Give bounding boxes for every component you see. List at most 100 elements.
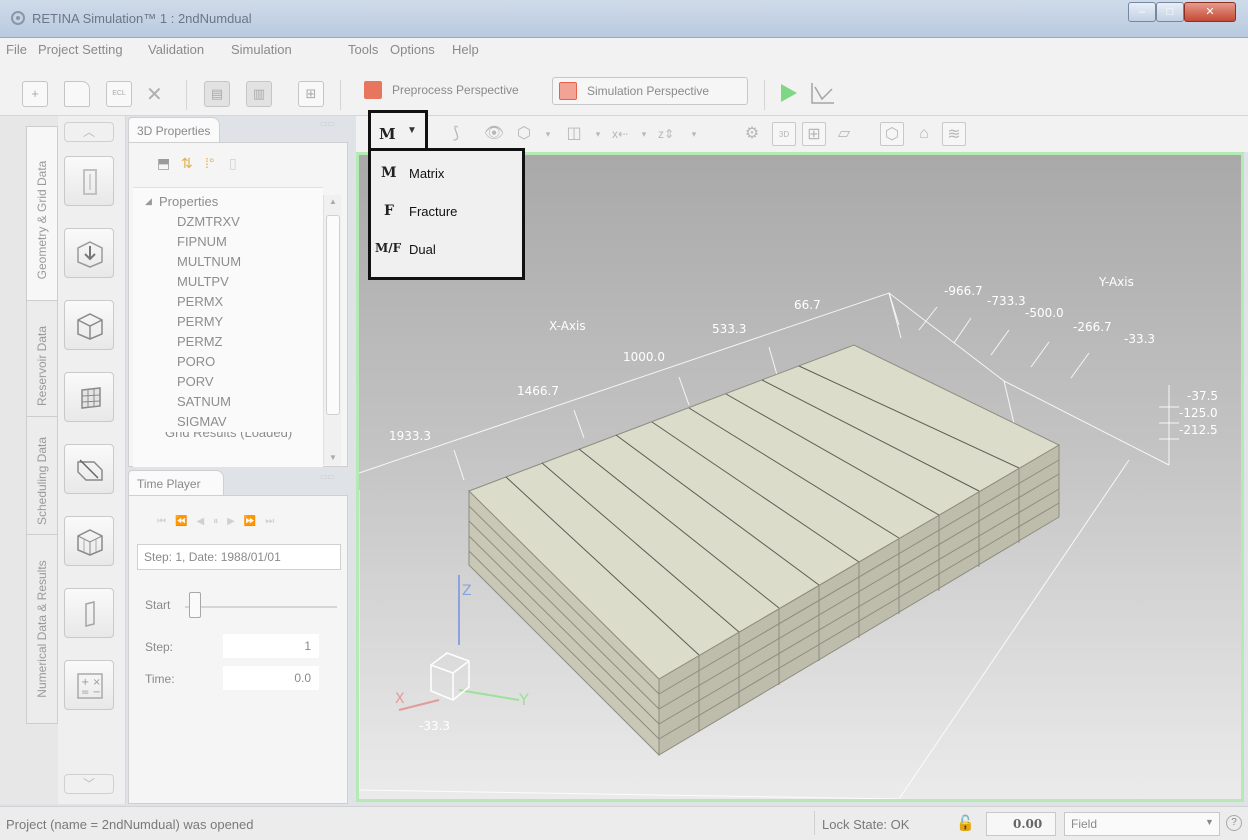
chevron-down-icon[interactable]: ▾ [682,122,706,146]
tree-icon[interactable]: ⊞ [298,81,324,107]
view-cube-icon[interactable]: ⬡ [512,122,536,146]
preprocess-perspective-button[interactable]: Preprocess Perspective [358,77,544,105]
box-view-icon[interactable]: ⬡ [880,122,904,146]
menu-file[interactable]: File [6,42,27,57]
menu-simulation[interactable]: Simulation [231,42,292,57]
next-step-icon[interactable]: ⏩ [244,516,265,527]
panel-min-max-icon[interactable]: ▭▭ [320,119,335,128]
water-level-icon[interactable]: ≋ [942,122,966,146]
ecl-file-icon[interactable]: ECL [106,81,132,107]
tab-geometry-grid-data[interactable]: Geometry & Grid Data [26,126,58,314]
run-icon[interactable] [778,82,800,104]
chevron-down-icon[interactable]: ▾ [586,122,610,146]
value-box[interactable]: 0.00 [986,812,1056,836]
property-item[interactable]: MULTNUM [177,254,241,269]
play-icon[interactable]: ▶ [227,516,244,527]
new-file-icon[interactable] [64,81,90,107]
new-project-icon[interactable]: + [22,81,48,107]
step-input[interactable]: 1 [223,634,319,658]
lgr-button[interactable] [64,516,114,566]
tab-3d-properties[interactable]: 3D Properties [128,117,220,143]
last-step-icon[interactable]: ⏭ [265,516,283,527]
colorbar-icon[interactable]: ▯ [229,155,237,172]
close-button[interactable]: ✕ [1184,2,1236,22]
cube-button[interactable] [64,300,114,350]
tab-numerical-data-results[interactable]: Numerical Data & Results [26,534,58,724]
property-item[interactable]: PORV [177,374,214,389]
time-slider-track[interactable] [185,606,337,608]
dropdown-item-fracture[interactable]: F Fracture [371,193,522,231]
step-date-field[interactable]: Step: 1, Date: 1988/01/01 [137,544,341,570]
simulation-perspective-button[interactable]: Simulation Perspective [552,77,748,105]
scroll-up-button[interactable]: ︿ [64,122,114,142]
property-item[interactable]: SATNUM [177,394,231,409]
property-item[interactable]: PERMX [177,294,223,309]
scroll-down-button[interactable]: ﹀ [64,774,114,794]
minimize-button[interactable]: – [1128,2,1156,22]
sort-property-icon[interactable]: ⇅ [181,155,193,172]
grid-block-button[interactable] [64,372,114,422]
plot-icon[interactable] [810,81,836,105]
property-item[interactable]: PERMY [177,314,223,329]
scroll-down-arrow-icon[interactable]: ▼ [329,453,337,462]
save-as-icon[interactable]: ▥ [246,81,272,107]
property-item[interactable]: DZMTRXV [177,214,240,229]
first-step-icon[interactable]: ⏮ [157,516,175,527]
simulation-icon [559,82,577,100]
menu-validation[interactable]: Validation [148,42,204,57]
scroll-up-arrow-icon[interactable]: ▲ [329,197,337,206]
property-item[interactable]: PORO [177,354,215,369]
property-item[interactable]: PERMZ [177,334,223,349]
z-scale-icon[interactable]: z⇕ [654,122,678,146]
help-icon[interactable]: ? [1226,815,1242,831]
property-item[interactable]: SIGMAV [177,414,227,429]
view-front-icon[interactable]: ◫ [562,122,586,146]
tab-time-player[interactable]: Time Player [128,470,224,496]
menu-help[interactable]: Help [452,42,479,57]
property-item[interactable]: FIPNUM [177,234,227,249]
vertical-tabs: Geometry & Grid Data Reservoir Data Sche… [0,116,58,804]
tab-reservoir-data[interactable]: Reservoir Data [26,300,58,432]
menu-tools[interactable]: Tools [348,42,378,57]
step-back-icon[interactable]: ◀ [196,516,213,527]
properties-group[interactable]: Properties [159,194,218,209]
menu-options[interactable]: Options [390,42,435,57]
transparency-icon[interactable]: ⟆ [444,122,468,146]
prev-step-icon[interactable]: ⏪ [175,516,196,527]
pause-icon[interactable]: ⏸ [213,516,227,527]
well-icon[interactable]: ⌂ [912,122,936,146]
dropdown-item-dual[interactable]: M/F Dual [371,231,522,269]
x-direction-icon[interactable]: x⇠ [608,122,632,146]
bounding-box-icon[interactable]: ▱ [832,122,856,146]
maximize-button[interactable]: □ [1156,2,1184,22]
preprocess-perspective-label: Preprocess Perspective [392,83,519,97]
unit-system-select[interactable]: Field ▼ [1064,812,1220,836]
time-input[interactable]: 0.0 [223,666,319,690]
property-item[interactable]: MULTPV [177,274,229,289]
chevron-down-icon[interactable]: ▾ [632,122,656,146]
slice-button[interactable] [64,444,114,494]
import-grid-button[interactable] [64,228,114,278]
scrollbar-thumb[interactable] [326,215,340,415]
grid-results-group[interactable]: Grid Results (Loaded) [165,432,292,440]
delete-icon[interactable]: ✕ [146,82,163,107]
import-property-icon[interactable]: ⬒ [157,155,170,172]
save-icon[interactable]: ▤ [204,81,230,107]
time-slider-thumb[interactable] [189,592,201,618]
calculator-button[interactable]: + × = − [64,660,114,710]
menu-project-setting[interactable]: Project Setting [38,42,123,57]
lock-icon[interactable]: 🔓 [956,814,975,832]
visibility-eye-icon[interactable]: 👁 [482,122,506,146]
expand-icon[interactable]: ◢ [145,196,152,207]
property-settings-icon[interactable]: ⁞° [205,155,215,171]
chevron-down-icon[interactable]: ▾ [536,122,560,146]
tab-scheduling-data[interactable]: Scheduling Data [26,416,58,546]
grid-column-button[interactable] [64,156,114,206]
grid-lines-icon[interactable]: ⊞ [802,122,826,146]
settings-gear-icon[interactable]: ⚙ [740,122,764,146]
fault-plane-button[interactable] [64,588,114,638]
save-3d-icon[interactable]: 3D [772,122,796,146]
property-scrollbar[interactable]: ▲ ▼ [323,195,341,465]
panel-min-max-icon[interactable]: ▭▭ [320,472,335,481]
dropdown-item-matrix[interactable]: M Matrix [371,155,522,193]
